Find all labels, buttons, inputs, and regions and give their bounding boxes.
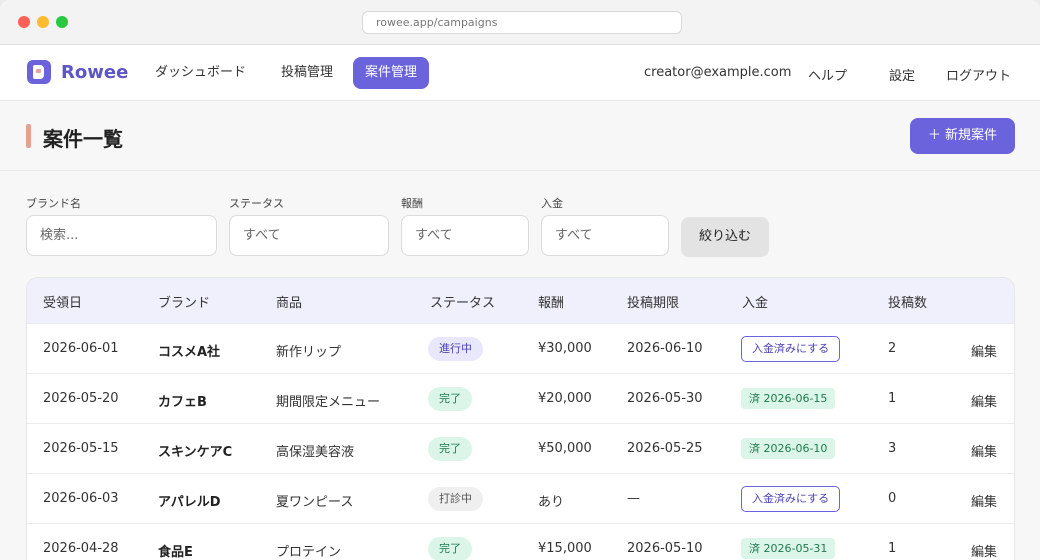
brand-filter-label: ブランド名 <box>26 197 81 210</box>
edit-link[interactable]: 編集 <box>971 491 997 510</box>
table-header: 受領日 ブランド 商品 ステータス 報酬 投稿期限 入金 投稿数 <box>27 278 1014 323</box>
cell-brand: アパレルD <box>158 495 221 510</box>
status-badge: 完了 <box>428 437 472 461</box>
edit-link[interactable]: 編集 <box>971 441 997 460</box>
header-status: ステータス <box>430 296 496 311</box>
user-email: creator@example.com <box>644 65 792 80</box>
status-badge: 進行中 <box>428 337 483 361</box>
header-deadline: 投稿期限 <box>627 296 680 311</box>
cell-post-count: 1 <box>888 541 897 556</box>
address-bar[interactable]: rowee.app/campaigns <box>362 11 682 34</box>
cell-reward: ¥20,000 <box>538 391 592 406</box>
cell-deadline: 2026-06-10 <box>627 341 703 356</box>
header-brand: ブランド <box>158 296 211 311</box>
nav-campaigns[interactable]: 案件管理 <box>353 57 430 89</box>
logout-link[interactable]: ログアウト <box>946 65 1011 84</box>
new-campaign-button[interactable]: ＋ 新規案件 <box>910 118 1015 154</box>
paid-badge: 済 2026-06-10 <box>741 438 836 459</box>
cell-reward: ¥50,000 <box>538 441 592 456</box>
cell-product: 期間限定メニュー <box>276 395 381 410</box>
cell-post-count: 0 <box>888 491 897 506</box>
status-badge: 打診中 <box>428 487 483 511</box>
cell-date: 2026-05-20 <box>43 391 119 406</box>
cell-deadline: 2026-05-10 <box>627 541 703 556</box>
header-product: 商品 <box>276 296 303 311</box>
cell-post-count: 1 <box>888 391 897 406</box>
title-accent <box>26 124 31 148</box>
cell-deadline: 2026-05-30 <box>627 391 703 406</box>
cell-reward: あり <box>538 495 565 510</box>
edit-link[interactable]: 編集 <box>971 341 997 360</box>
cell-brand: コスメA社 <box>158 345 221 360</box>
mark-paid-button[interactable]: 入金済みにする <box>741 336 841 362</box>
edit-link[interactable]: 編集 <box>971 391 997 410</box>
page-title: 案件一覧 <box>43 127 123 151</box>
paid-badge: 済 2026-05-31 <box>741 538 836 559</box>
table-row[interactable]: 2026-06-03 アパレルD 夏ワンピース 打診中 あり — 入金済みにする… <box>27 473 1014 523</box>
settings-link[interactable]: 設定 <box>889 65 915 84</box>
header-payment: 入金 <box>742 296 769 311</box>
status-badge: 完了 <box>428 537 472 560</box>
campaign-table: 受領日 ブランド 商品 ステータス 報酬 投稿期限 入金 投稿数 2026-06… <box>26 277 1015 560</box>
cell-date: 2026-04-28 <box>43 541 119 556</box>
status-badge: 完了 <box>428 387 472 411</box>
cell-product: 高保湿美容液 <box>276 445 355 460</box>
close-window-button[interactable] <box>18 16 30 28</box>
help-link[interactable]: ヘルプ <box>808 65 847 84</box>
title-bar: rowee.app/campaigns <box>0 0 1040 45</box>
cell-date: 2026-05-15 <box>43 441 119 456</box>
table-row[interactable]: 2026-06-01 コスメA社 新作リップ 進行中 ¥30,000 2026-… <box>27 323 1014 373</box>
header-reward: 報酬 <box>538 296 565 311</box>
cell-brand: カフェB <box>158 395 207 410</box>
page-header: 案件一覧 ＋ 新規案件 <box>0 101 1040 171</box>
edit-link[interactable]: 編集 <box>971 541 997 560</box>
nav-posts[interactable]: 投稿管理 <box>269 57 345 89</box>
table-row[interactable]: 2026-04-28 食品E プロテイン 完了 ¥15,000 2026-05-… <box>27 523 1014 560</box>
payment-filter-label: 入金 <box>541 197 563 210</box>
header-post-count: 投稿数 <box>888 296 928 311</box>
cell-deadline: — <box>627 491 640 506</box>
minimize-window-button[interactable] <box>37 16 49 28</box>
mark-paid-button[interactable]: 入金済みにする <box>741 486 841 512</box>
browser-window: rowee.app/campaigns Rowee ダッシュボード 投稿管理 案… <box>0 0 1040 560</box>
rowee-logo-icon <box>27 60 51 84</box>
cell-brand: スキンケアC <box>158 445 233 460</box>
cell-date: 2026-06-01 <box>43 341 119 356</box>
apply-filter-button[interactable]: 絞り込む <box>681 217 769 257</box>
cell-product: プロテイン <box>276 545 342 560</box>
top-nav: Rowee ダッシュボード 投稿管理 案件管理 creator@example.… <box>0 45 1040 101</box>
reward-filter-label: 報酬 <box>401 197 423 210</box>
cell-date: 2026-06-03 <box>43 491 119 506</box>
table-row[interactable]: 2026-05-20 カフェB 期間限定メニュー 完了 ¥20,000 2026… <box>27 373 1014 423</box>
status-filter-label: ステータス <box>229 197 284 210</box>
brand-name[interactable]: Rowee <box>61 62 128 83</box>
cell-brand: 食品E <box>158 545 193 560</box>
nav-dashboard[interactable]: ダッシュボード <box>143 57 258 89</box>
cell-product: 新作リップ <box>276 345 342 360</box>
maximize-window-button[interactable] <box>56 16 68 28</box>
cell-post-count: 3 <box>888 441 897 456</box>
header-date: 受領日 <box>43 296 83 311</box>
cell-post-count: 2 <box>888 341 897 356</box>
table-row[interactable]: 2026-05-15 スキンケアC 高保湿美容液 完了 ¥50,000 2026… <box>27 423 1014 473</box>
payment-filter-select[interactable]: すべて <box>541 215 669 256</box>
paid-badge: 済 2026-06-15 <box>741 388 836 409</box>
cell-reward: ¥30,000 <box>538 341 592 356</box>
status-filter-select[interactable]: すべて <box>229 215 389 256</box>
cell-deadline: 2026-05-25 <box>627 441 703 456</box>
cell-product: 夏ワンピース <box>276 495 354 510</box>
brand-search-input[interactable]: 検索... <box>26 215 217 256</box>
cell-reward: ¥15,000 <box>538 541 592 556</box>
reward-filter-select[interactable]: すべて <box>401 215 529 256</box>
